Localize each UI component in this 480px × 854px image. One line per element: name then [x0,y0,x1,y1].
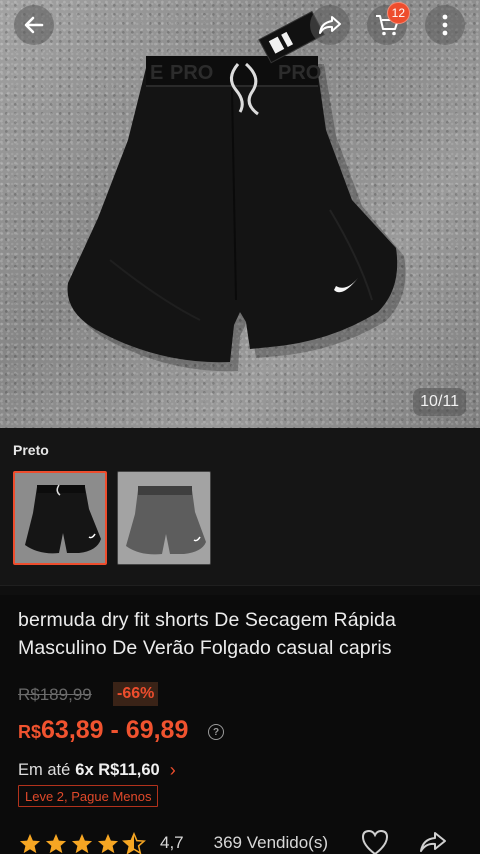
star-icon [71,833,93,853]
variation-option-grey[interactable] [117,471,211,565]
rating-value: 4,7 [160,833,184,852]
black-shorts-thumbnail [15,473,105,563]
variation-label: Preto [13,442,49,458]
waistband-print: E [150,62,163,84]
star-icon [19,833,41,853]
price: R$ 63,89 - 69,89 [18,716,188,745]
half-star-icon [122,831,146,854]
promo-tag[interactable]: Leve 2, Pague Menos [18,785,159,807]
installments-link[interactable]: Em até 6x R$11,60 › [18,760,176,781]
star-icon [97,833,119,853]
image-counter: 10/11 [413,388,466,416]
heart-icon [361,829,389,854]
waistband-print-right: PRO [278,62,321,84]
share-product-button[interactable] [418,828,448,854]
shorts-photo: E PRO PRO [67,10,406,372]
waistband-print-left: PRO [170,62,213,84]
star-icon [45,833,67,853]
back-arrow-icon [24,16,44,34]
variation-section: Preto [0,428,480,585]
favorite-button[interactable] [360,828,390,854]
installments-value: 6x R$11,60 [75,761,160,779]
cart-count-badge: 12 [386,2,410,24]
installments-prefix: Em até [18,761,71,779]
section-divider [0,585,480,595]
rating-row: 4,7 369 Vendido(s) [18,830,328,854]
original-price: R$189,99 [18,685,92,704]
info-icon[interactable]: ? [208,724,224,740]
sold-count: 369 Vendido(s) [213,833,329,852]
variation-option-black[interactable] [13,471,107,565]
more-icon [442,14,448,36]
product-title: bermuda dry fit shorts De Secagem Rápida… [18,609,396,659]
share-icon [319,16,341,34]
discount-badge: -66% [113,682,159,706]
grey-shorts-thumbnail [118,472,210,564]
share-button[interactable] [310,5,350,45]
product-image[interactable]: E PRO PRO 12 10/11 [0,0,480,428]
price-range: 63,89 - 69,89 [41,716,189,744]
back-button[interactable] [14,5,54,45]
cart-button[interactable]: 12 [367,2,410,45]
chevron-right-icon: › [169,760,176,780]
share-icon [420,832,446,852]
rating-stars [18,831,148,854]
price-currency: R$ [18,722,42,742]
more-options-button[interactable] [425,5,465,45]
